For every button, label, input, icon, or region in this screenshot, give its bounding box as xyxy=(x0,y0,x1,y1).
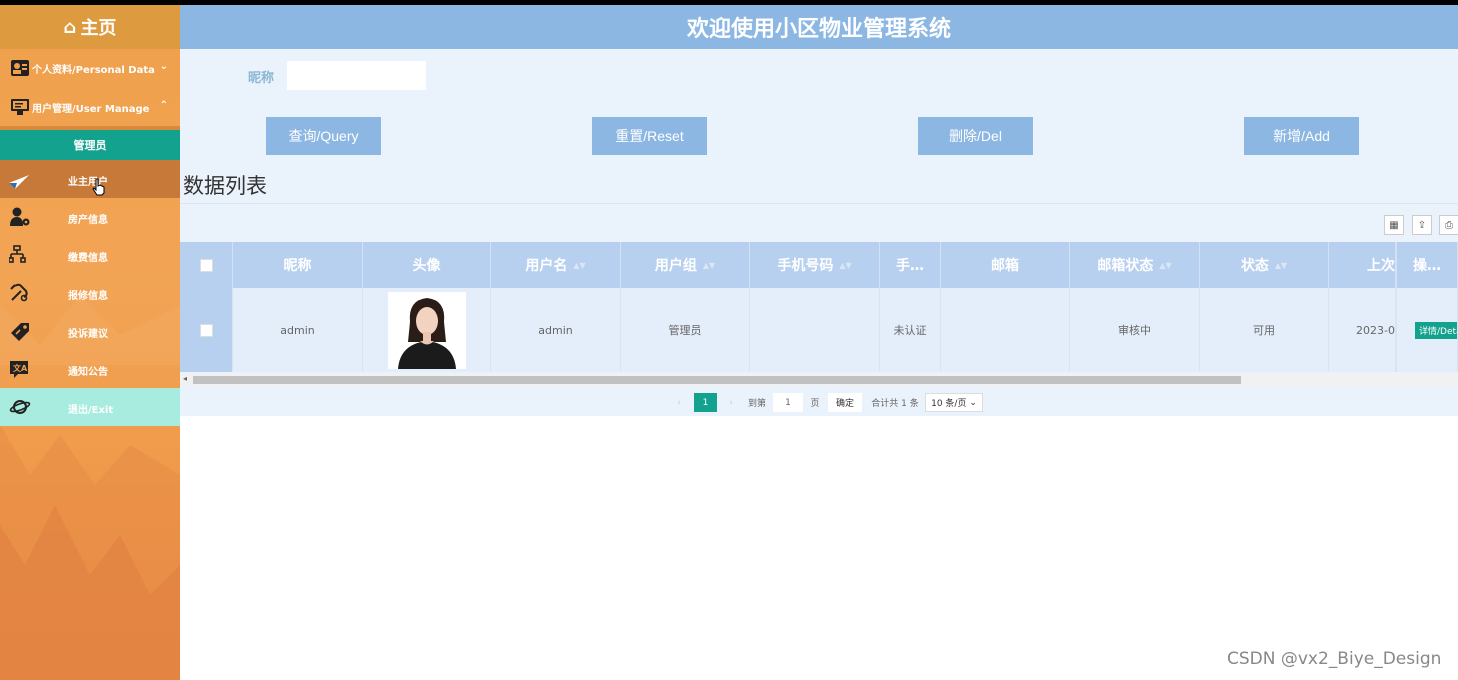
main-content: 欢迎使用小区物业管理系统 昵称 查询/Query 重置/Reset 删除/Del… xyxy=(180,5,1458,680)
column-header: 邮箱 xyxy=(941,242,1070,288)
sidebar-item-label: 投诉建议 xyxy=(68,329,108,340)
next-page-icon[interactable]: › xyxy=(726,393,736,412)
select-all-checkbox[interactable] xyxy=(199,258,213,272)
sidebar-item-complaints[interactable]: 投诉建议 xyxy=(0,312,180,350)
avatar-portrait xyxy=(387,291,466,369)
table-row: admin admin 管理员 未认证 审核中 可用 2023-0 详情/Det… xyxy=(180,288,1458,372)
email-cell xyxy=(941,288,1070,372)
avatar xyxy=(387,291,466,369)
sort-icon: ▲▼ xyxy=(1274,260,1288,270)
sort-icon: ▲▼ xyxy=(573,260,586,270)
column-header: 上次 xyxy=(1329,242,1396,288)
total-count: 合计共 1 条 xyxy=(871,399,919,409)
goto-page-input[interactable]: 1 xyxy=(773,393,803,412)
divider xyxy=(180,203,1458,204)
column-header[interactable]: 用户组 ▲▼ xyxy=(621,242,750,288)
row-checkbox[interactable] xyxy=(199,323,213,337)
sidebar-item-property-info[interactable]: 房产信息 xyxy=(0,198,180,236)
hand-cursor-icon xyxy=(92,178,105,196)
pagination: ‹ 1 › 到第 1 页 确定 合计共 1 条 10 条/页 ⌄ xyxy=(180,389,1458,415)
status-cell: 可用 xyxy=(1200,288,1329,372)
delete-button[interactable]: 删除/Del xyxy=(918,117,1033,155)
home-label: 主页 xyxy=(80,18,117,39)
columns-icon[interactable]: ▦ xyxy=(1384,215,1404,235)
sidebar-item-label: 退出/Exit xyxy=(68,405,114,416)
row-select-cell xyxy=(180,288,233,372)
phone-status-cell: 未认证 xyxy=(880,288,941,372)
sitemap-icon xyxy=(8,245,31,265)
page-title: 欢迎使用小区物业管理系统 xyxy=(180,5,1458,49)
menu-personal-data[interactable]: 个人资料/Personal Data ⌄ xyxy=(0,49,180,87)
paper-plane-icon xyxy=(9,169,31,189)
add-button[interactable]: 新增/Add xyxy=(1244,117,1359,155)
sidebar-item-notices[interactable]: 文A 通知公告 xyxy=(0,350,180,388)
chevron-down-icon: ⌄ xyxy=(159,61,168,72)
column-header[interactable]: 手机号码 ▲▼ xyxy=(750,242,880,288)
phone-cell xyxy=(750,288,880,372)
avatar-cell xyxy=(363,288,491,372)
watermark: CSDN @vx2_Biye_Design xyxy=(1227,649,1442,669)
home-icon: ⌂ xyxy=(63,16,77,38)
print-icon[interactable]: ⎙ xyxy=(1439,215,1458,235)
notice-icon: 文A xyxy=(9,359,31,379)
column-header[interactable]: 用户名 ▲▼ xyxy=(491,242,621,288)
page-size-select[interactable]: 10 条/页 ⌄ xyxy=(925,393,983,412)
goto-confirm-button[interactable]: 确定 xyxy=(828,393,862,412)
role-header: 管理员 xyxy=(0,130,180,160)
scroll-left-icon[interactable]: ◂ xyxy=(183,374,187,383)
wrench-icon xyxy=(9,283,31,303)
search-label: 昵称 xyxy=(248,71,275,86)
column-header: 头像 xyxy=(363,242,491,288)
export-icon[interactable]: ⇪ xyxy=(1412,215,1432,235)
planet-icon xyxy=(9,397,31,417)
id-card-icon xyxy=(10,58,30,78)
sidebar-item-exit[interactable]: 退出/Exit xyxy=(0,388,180,426)
page: ⌂ 主页 个人资料/Personal Data ⌄ 用户管理/User Mana… xyxy=(0,5,1458,680)
sort-icon: ▲▼ xyxy=(1159,260,1172,270)
page-unit-label: 页 xyxy=(810,399,820,409)
goto-label: 到第 xyxy=(747,399,766,409)
home-link[interactable]: ⌂ 主页 xyxy=(0,5,180,49)
nickname-cell: admin xyxy=(233,288,363,372)
username-cell: admin xyxy=(491,288,621,372)
page-number-current[interactable]: 1 xyxy=(694,393,717,412)
horizontal-scrollbar[interactable]: ◂ xyxy=(180,374,1458,386)
prev-page-icon[interactable]: ‹ xyxy=(674,393,684,412)
menu-user-manage-label: 用户管理/User Manage xyxy=(32,103,150,115)
sidebar-item-label: 缴费信息 xyxy=(68,253,108,264)
column-header: 手… xyxy=(880,242,941,288)
select-all-cell xyxy=(180,242,233,288)
column-header: 操… xyxy=(1396,242,1458,288)
svg-text:文A: 文A xyxy=(13,363,28,373)
sidebar-item-payment-info[interactable]: 缴费信息 xyxy=(0,236,180,274)
chevron-up-icon: ⌃ xyxy=(159,100,168,111)
monitor-icon xyxy=(10,97,30,117)
scrollbar-thumb[interactable] xyxy=(193,376,1241,384)
column-header: 昵称 xyxy=(233,242,363,288)
nickname-search-input[interactable] xyxy=(287,61,426,90)
group-cell: 管理员 xyxy=(621,288,750,372)
sort-icon: ▲▼ xyxy=(702,260,716,270)
email-status-cell: 审核中 xyxy=(1070,288,1200,372)
column-header[interactable]: 邮箱状态 ▲▼ xyxy=(1070,242,1200,288)
tag-icon xyxy=(9,321,31,341)
column-header[interactable]: 状态 ▲▼ xyxy=(1200,242,1329,288)
query-button[interactable]: 查询/Query xyxy=(266,117,381,155)
table-header: 昵称 头像 用户名 ▲▼ 用户组 ▲▼ 手机号码 ▲▼ 手… 邮箱 邮箱状态 ▲▼ 状态… xyxy=(180,242,1458,288)
user-gear-icon xyxy=(9,207,31,227)
detail-button[interactable]: 详情/Deta xyxy=(1415,321,1457,339)
sidebar-item-owner-users[interactable]: 业主用户 xyxy=(0,160,180,198)
reset-button[interactable]: 重置/Reset xyxy=(592,117,707,155)
list-title: 数据列表 xyxy=(183,174,267,198)
sort-icon: ▲▼ xyxy=(839,260,852,270)
action-cell: 详情/Deta xyxy=(1396,288,1458,372)
sidebar-item-label: 房产信息 xyxy=(68,215,108,226)
sidebar-item-repair-info[interactable]: 报修信息 xyxy=(0,274,180,312)
sidebar: ⌂ 主页 个人资料/Personal Data ⌄ 用户管理/User Mana… xyxy=(0,5,180,680)
sidebar-item-label: 通知公告 xyxy=(68,367,108,378)
menu-user-manage[interactable]: 用户管理/User Manage ⌃ xyxy=(0,88,180,126)
sidebar-item-label: 报修信息 xyxy=(68,291,108,302)
menu-personal-data-label: 个人资料/Personal Data xyxy=(32,64,155,76)
last-login-cell: 2023-0 xyxy=(1329,288,1396,372)
